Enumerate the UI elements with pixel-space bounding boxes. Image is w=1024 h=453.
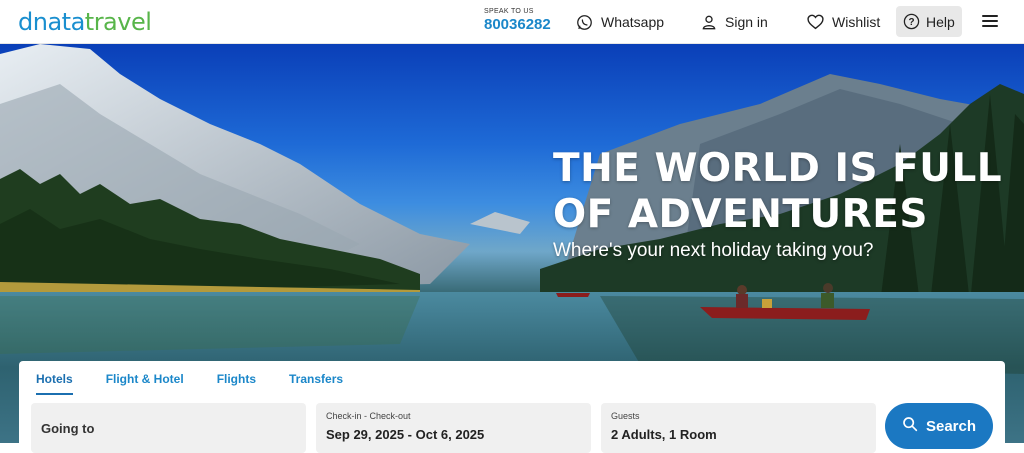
logo-text-dnata: dnata xyxy=(18,8,85,36)
user-icon xyxy=(701,14,717,30)
tab-flights[interactable]: Flights xyxy=(217,372,256,395)
hero-subline: Where's your next holiday taking you? xyxy=(553,240,874,261)
tab-transfers[interactable]: Transfers xyxy=(289,372,343,395)
destination-placeholder: Going to xyxy=(41,421,95,436)
question-circle-icon: ? xyxy=(903,13,920,30)
sign-in-link[interactable]: Sign in xyxy=(701,11,768,33)
destination-field[interactable]: Going to xyxy=(31,403,306,453)
hamburger-menu-icon[interactable] xyxy=(982,15,998,27)
speak-to-us-label: SPEAK TO US xyxy=(484,8,534,15)
dates-field[interactable]: Check-in - Check-out Sep 29, 2025 - Oct … xyxy=(316,403,591,453)
dates-label: Check-in - Check-out xyxy=(326,411,411,421)
dates-value: Sep 29, 2025 - Oct 6, 2025 xyxy=(326,427,485,442)
help-button[interactable]: ? Help xyxy=(896,6,962,37)
logo-text-travel: travel xyxy=(84,8,152,36)
search-icon xyxy=(902,416,918,436)
guests-value: 2 Adults, 1 Room xyxy=(611,427,717,442)
tab-hotels[interactable]: Hotels xyxy=(36,372,73,395)
whatsapp-label: Whatsapp xyxy=(601,14,665,30)
hero-headline: THE WORLD IS FULL OF ADVENTURES xyxy=(553,146,1002,238)
site-header: dnatatravel SPEAK TO US 80036282 Whatsap… xyxy=(0,0,1024,44)
sign-in-label: Sign in xyxy=(725,14,768,30)
whatsapp-link[interactable]: Whatsapp xyxy=(576,11,664,33)
guests-field[interactable]: Guests 2 Adults, 1 Room xyxy=(601,403,876,453)
search-button[interactable]: Search xyxy=(885,403,993,449)
heart-icon xyxy=(807,14,824,30)
dnata-travel-logo[interactable]: dnatatravel xyxy=(18,8,152,36)
wishlist-label: Wishlist xyxy=(832,14,881,30)
phone-number[interactable]: 80036282 xyxy=(484,16,551,33)
wishlist-link[interactable]: Wishlist xyxy=(807,11,880,33)
product-tabs: Hotels Flight & Hotel Flights Transfers xyxy=(36,372,376,395)
help-label: Help xyxy=(926,13,955,30)
search-panel: Hotels Flight & Hotel Flights Transfers … xyxy=(19,361,1005,453)
search-button-label: Search xyxy=(925,417,977,435)
hero-headline-line1: THE WORLD IS FULL xyxy=(553,146,1003,191)
guests-label: Guests xyxy=(611,411,640,421)
speak-to-us[interactable]: SPEAK TO US 80036282 xyxy=(484,8,551,33)
tab-flight-hotel[interactable]: Flight & Hotel xyxy=(106,372,184,395)
svg-text:?: ? xyxy=(908,17,914,28)
hero-headline-line2: OF ADVENTURES xyxy=(553,192,928,237)
whatsapp-icon xyxy=(576,14,593,31)
